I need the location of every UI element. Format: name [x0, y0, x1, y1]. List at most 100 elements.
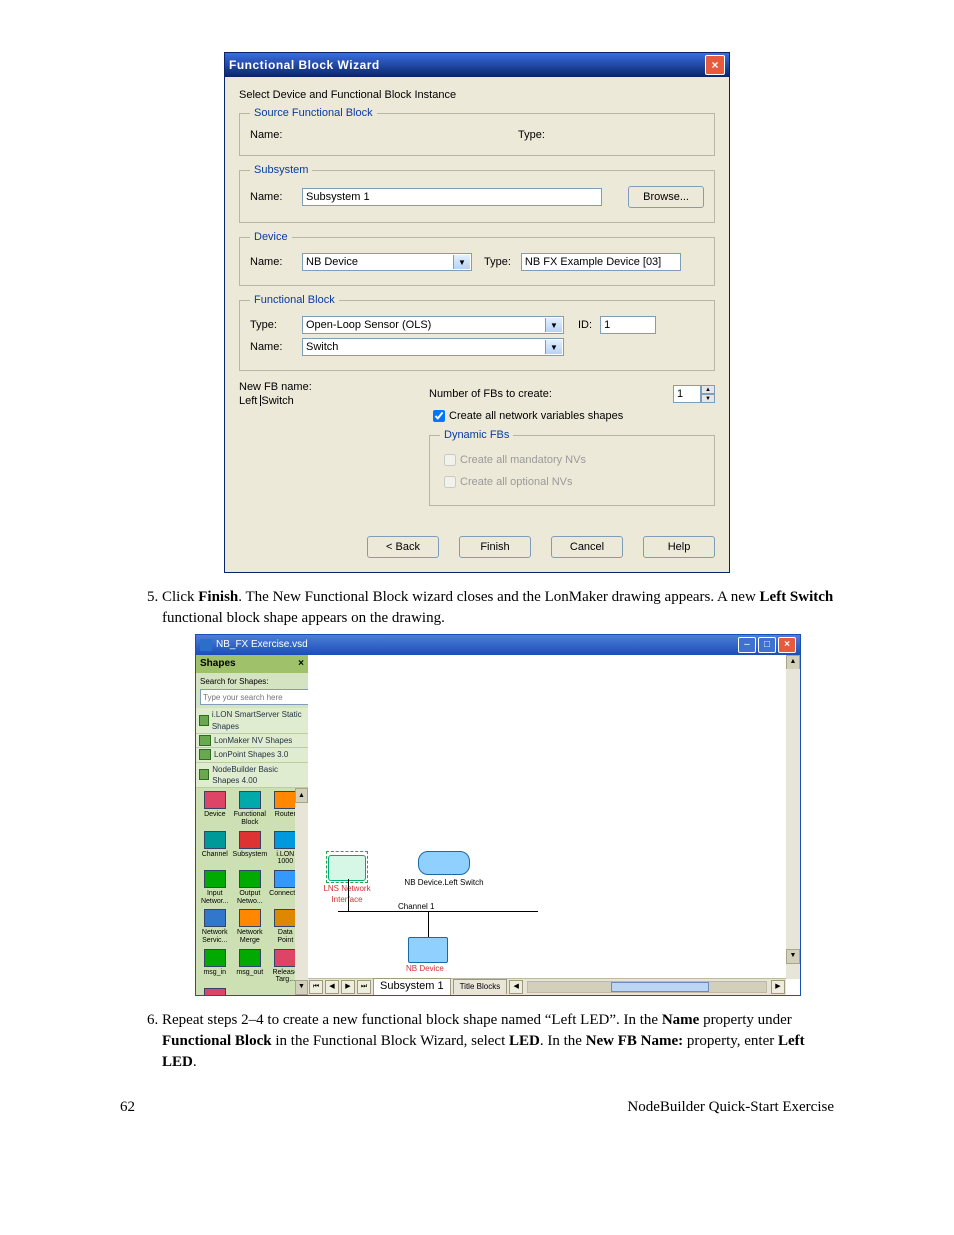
num-fbs-label: Number of FBs to create: — [429, 388, 673, 400]
shape-item[interactable]: Input Networ... — [199, 870, 231, 905]
create-nv-checkbox[interactable] — [433, 410, 445, 422]
chevron-down-icon: ▼ — [701, 394, 715, 403]
maximize-icon[interactable]: □ — [758, 637, 776, 653]
shape-item[interactable]: Release Targ... — [269, 949, 295, 984]
stencil-item[interactable]: LonPoint Shapes 3.0 — [196, 748, 308, 762]
create-optional-nvs-checkbox — [444, 476, 456, 488]
shape-item[interactable]: Functional Block — [233, 791, 268, 826]
tab-subsystem1[interactable]: Subsystem 1 — [373, 978, 451, 995]
subsystem-group: Subsystem Name: Browse... — [239, 164, 715, 223]
fb-name-label: Name: — [250, 341, 302, 353]
shapes-search-input[interactable] — [200, 689, 316, 705]
shape-item[interactable]: Network Servic... — [199, 909, 231, 944]
shape-item[interactable]: Network Merge — [233, 909, 268, 944]
shapes-heading: Shapes — [200, 657, 236, 671]
stencil-item[interactable]: LonMaker NV Shapes — [196, 734, 308, 748]
shape-item[interactable]: Connector — [269, 870, 295, 905]
shape-item[interactable]: Data Point — [269, 909, 295, 944]
stencil-item[interactable]: NodeBuilder Basic Shapes 4.00 — [196, 763, 308, 789]
left-switch-label: NB Device.Left Switch — [404, 877, 484, 888]
dynamic-fbs-group: Dynamic FBs Create all mandatory NVs Cre… — [429, 429, 715, 506]
scroll-up-icon[interactable]: ▲ — [295, 788, 308, 803]
shape-item[interactable]: Output Netwo... — [233, 870, 268, 905]
functional-block-wizard-dialog: Functional Block Wizard × Select Device … — [224, 52, 730, 573]
nb-device-label: NB Device — [406, 963, 444, 974]
help-button[interactable]: Help — [643, 536, 715, 558]
drawing-filename: NB_FX Exercise.vsd — [216, 638, 734, 652]
shape-grid: DeviceFunctional BlockRouter ChannelSubsy… — [196, 788, 295, 994]
device-name-select[interactable]: NB Device▼ — [302, 253, 472, 271]
fb-type-select[interactable]: Open-Loop Sensor (OLS)▼ — [302, 316, 564, 334]
finish-button[interactable]: Finish — [459, 536, 531, 558]
scroll-down-icon[interactable]: ▼ — [295, 980, 308, 995]
search-label: Search for Shapes: — [200, 676, 304, 687]
device-type-label: Type: — [484, 256, 511, 268]
vertical-scrollbar[interactable]: ▲▼ — [786, 655, 800, 979]
tab-bar: ⏮ ◀ ▶ ⏭ Subsystem 1 Title Blocks ◀ ▶ — [308, 978, 786, 995]
chevron-down-icon: ▼ — [545, 318, 562, 332]
next-tab-icon[interactable]: ▶ — [341, 980, 355, 994]
device-type-field — [521, 253, 681, 271]
dialog-titlebar[interactable]: Functional Block Wizard × — [225, 53, 729, 77]
drawing-titlebar[interactable]: NB_FX Exercise.vsd – □ × — [196, 635, 800, 655]
shape-item[interactable]: Channel — [199, 831, 231, 866]
step-5: Click Finish. The New Functional Block w… — [162, 587, 834, 996]
drawing-canvas[interactable]: LNS Network Interface NB Device.Left Swi… — [308, 655, 800, 995]
chevron-down-icon: ▼ — [453, 255, 470, 269]
type-label: Type: — [518, 129, 545, 141]
shapes-panel: Shapes× Search for Shapes: v → i.LON Sma… — [196, 655, 308, 995]
close-icon[interactable]: × — [705, 55, 725, 75]
browse-button[interactable]: Browse... — [628, 186, 704, 208]
shape-item[interactable]: Device — [199, 791, 231, 826]
stencil-item[interactable]: i.LON SmartServer Static Shapes — [196, 708, 308, 734]
visio-drawing-window: NB_FX Exercise.vsd – □ × Shapes × Search … — [195, 634, 801, 996]
dialog-title: Functional Block Wizard — [229, 58, 705, 72]
first-tab-icon[interactable]: ⏮ — [309, 980, 323, 994]
shape-item[interactable]: Develop... Target — [199, 988, 231, 994]
close-icon[interactable]: × — [298, 657, 304, 671]
chevron-down-icon: ▼ — [545, 340, 562, 354]
cancel-button[interactable]: Cancel — [551, 536, 623, 558]
close-icon[interactable]: × — [778, 637, 796, 653]
left-switch-shape[interactable] — [418, 851, 470, 875]
id-field[interactable] — [600, 316, 656, 334]
shape-item[interactable]: msg_out — [233, 949, 268, 984]
name-label: Name: — [250, 129, 302, 141]
subsystem-name-field[interactable] — [302, 188, 602, 206]
shape-item[interactable]: msg_in — [199, 949, 231, 984]
lns-label: LNS Network Interface — [312, 883, 382, 906]
id-label: ID: — [578, 319, 592, 331]
create-mandatory-nvs-checkbox — [444, 454, 456, 466]
minimize-icon[interactable]: – — [738, 637, 756, 653]
functional-block-group: Functional Block Type: Open-Loop Sensor … — [239, 294, 715, 371]
create-nv-label: Create all network variables shapes — [449, 410, 623, 422]
dialog-heading: Select Device and Functional Block Insta… — [239, 89, 715, 101]
back-button[interactable]: < Back — [367, 536, 439, 558]
tab-title-blocks[interactable]: Title Blocks — [453, 979, 508, 993]
shape-item[interactable]: i.LON 1000 — [269, 831, 295, 866]
fb-name-select[interactable]: Switch▼ — [302, 338, 564, 356]
nb-device-shape[interactable] — [408, 937, 448, 963]
channel-line[interactable] — [338, 911, 538, 912]
num-fbs-stepper[interactable]: ▲▼ — [673, 385, 715, 403]
page-number: 62 — [120, 1099, 135, 1116]
shape-item[interactable]: Router — [269, 791, 295, 826]
subsystem-name-label: Name: — [250, 191, 302, 203]
shape-item[interactable]: Subsystem — [233, 831, 268, 866]
device-name-label: Name: — [250, 256, 302, 268]
footer-title: NodeBuilder Quick-Start Exercise — [627, 1099, 834, 1116]
chevron-up-icon: ▲ — [701, 385, 715, 394]
source-fb-group: Source Functional Block Name: Type: — [239, 107, 715, 156]
horizontal-scrollbar[interactable] — [527, 981, 767, 993]
visio-icon — [200, 639, 212, 651]
scroll-left-icon[interactable]: ◀ — [509, 980, 523, 994]
stencil-list: i.LON SmartServer Static ShapesLonMaker … — [196, 708, 308, 788]
fb-type-label: Type: — [250, 319, 302, 331]
channel-label: Channel 1 — [398, 901, 434, 912]
device-group: Device Name: NB Device▼ Type: — [239, 231, 715, 286]
new-fb-name-input[interactable]: Left Switch — [239, 395, 429, 407]
scroll-right-icon[interactable]: ▶ — [771, 980, 785, 994]
new-fb-label: New FB name: — [239, 381, 429, 393]
prev-tab-icon[interactable]: ◀ — [325, 980, 339, 994]
last-tab-icon[interactable]: ⏭ — [357, 980, 371, 994]
